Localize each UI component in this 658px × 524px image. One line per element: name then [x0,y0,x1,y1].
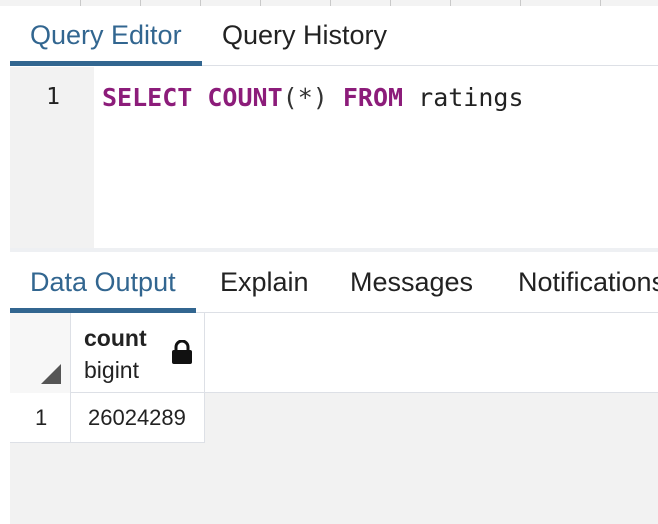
line-number: 1 [46,84,60,110]
tab-query-editor[interactable]: Query Editor [10,6,202,66]
grid-cell[interactable]: 26024289 [71,393,205,443]
tab-notifications[interactable]: Notifications [498,252,658,312]
tab-explain[interactable]: Explain [200,252,329,312]
table-row: 1 26024289 [10,393,205,443]
column-name: count [84,325,147,351]
function-count: COUNT [207,83,283,112]
lock-icon [172,340,192,364]
tab-query-history[interactable]: Query History [202,6,407,65]
sql-editor[interactable]: 1 SELECT COUNT(*) FROM ratings [10,67,658,248]
tab-data-output[interactable]: Data Output [10,252,196,313]
grid-header-row: count bigint [10,313,658,393]
keyword-select: SELECT [102,83,193,112]
data-output-grid: count bigint 1 26024289 [10,313,658,524]
column-type: bigint [84,357,139,383]
count-args: (*) [282,83,328,112]
corner-triangle-icon [41,364,61,384]
keyword-from: FROM [342,83,404,112]
table-name: ratings [418,83,524,112]
column-header-count[interactable]: count bigint [71,313,205,393]
tab-messages[interactable]: Messages [330,252,493,312]
editor-gutter: 1 [10,67,94,248]
editor-tab-bar: Query Editor Query History [10,6,658,66]
select-all-corner[interactable] [10,313,71,393]
output-tab-bar: Data Output Explain Messages Notificatio… [10,252,658,313]
sql-code-line[interactable]: SELECT COUNT(*) FROM ratings [102,83,524,112]
row-number[interactable]: 1 [10,393,71,443]
